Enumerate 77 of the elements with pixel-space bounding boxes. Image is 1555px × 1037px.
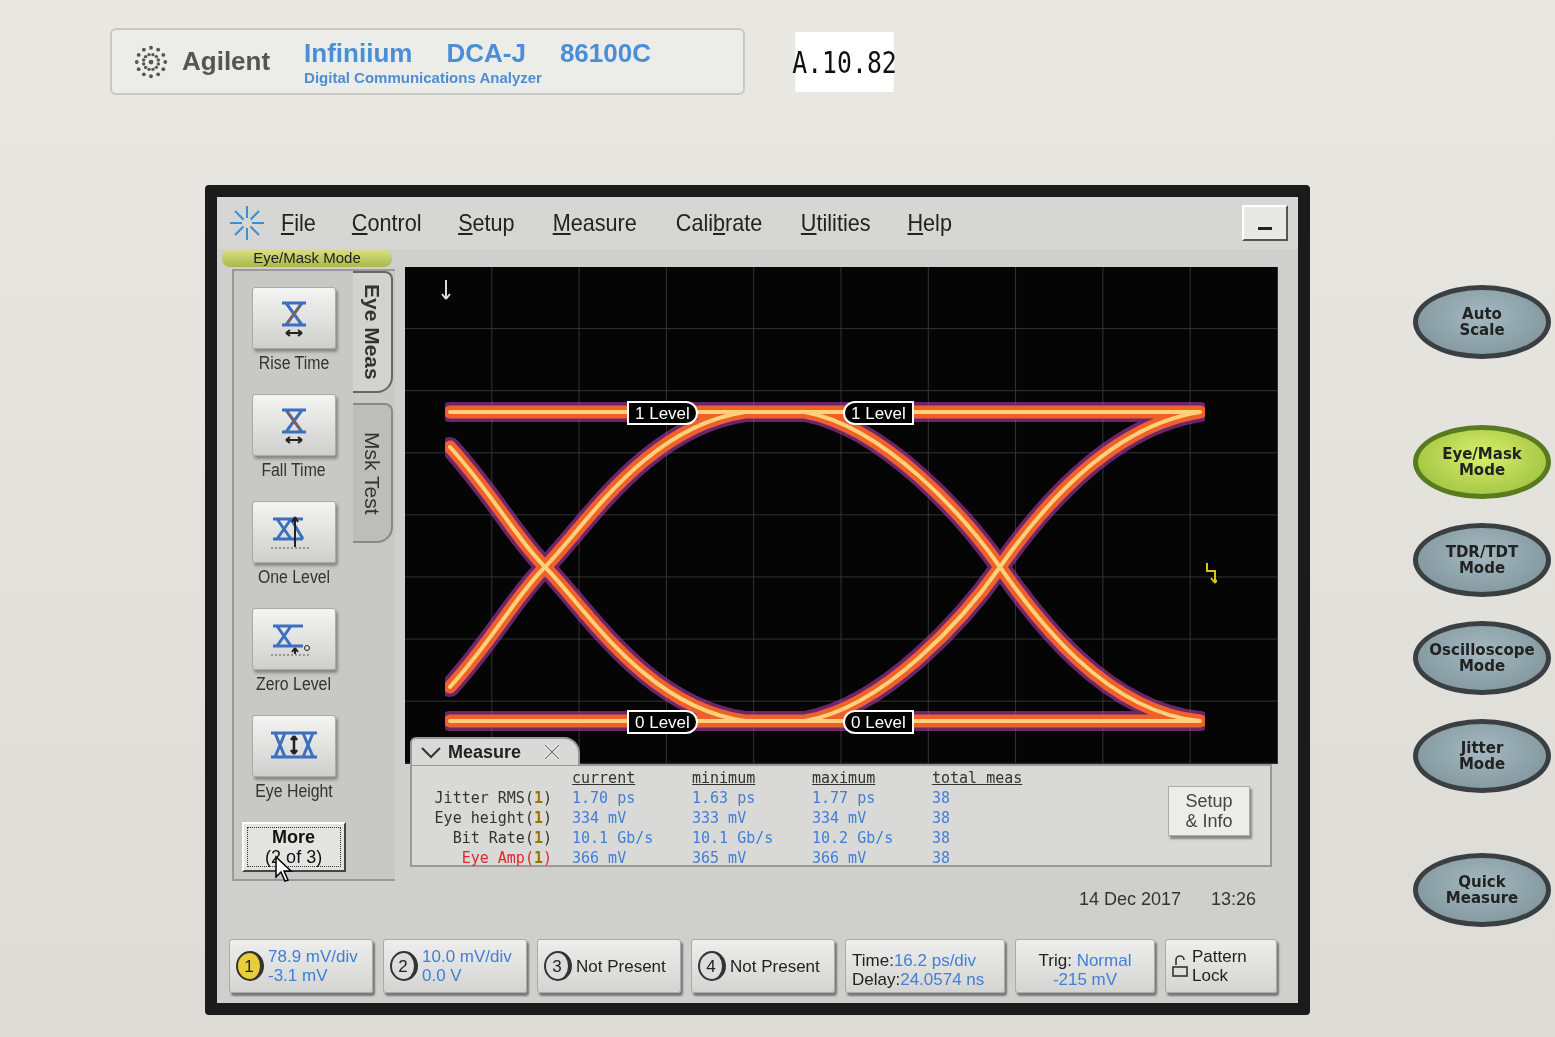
table-cell-text: 38 xyxy=(932,828,952,848)
table-cell-text: 38 xyxy=(932,788,952,808)
measure-tab[interactable]: Measure xyxy=(410,737,580,765)
front-panel-button[interactable]: Jitter Mode xyxy=(1413,719,1551,793)
table-cell-text: 1.63 ps xyxy=(692,788,757,808)
level-marker: 1 Level xyxy=(843,401,914,425)
measurement-name: Eye height(1) xyxy=(433,808,552,828)
channel-button[interactable]: 4 Not Present xyxy=(691,939,835,993)
setup-info-button[interactable]: Setup & Info xyxy=(1168,786,1250,836)
table-cell-text: 1.70 ps xyxy=(572,788,637,808)
front-panel-button[interactable]: Oscilloscope Mode xyxy=(1413,621,1551,695)
measurement-label: Rise Time xyxy=(258,353,329,374)
measurement-button[interactable] xyxy=(251,715,336,777)
front-panel-button[interactable]: TDR/TDT Mode xyxy=(1413,523,1551,597)
menu-item[interactable]: Setup xyxy=(458,209,515,237)
measurement-label: Fall Time xyxy=(261,460,326,481)
close-icon[interactable] xyxy=(543,743,562,761)
menu-item[interactable]: File xyxy=(280,209,316,237)
column-header: minimum xyxy=(692,768,757,788)
menu-item[interactable]: Control xyxy=(351,209,422,237)
level-marker: 0 Level xyxy=(843,710,914,734)
mode-badge: Eye/Mask Mode xyxy=(222,249,392,267)
measurement-name: Eye Amp(1) xyxy=(460,848,552,868)
column-header: current xyxy=(572,768,637,788)
level-marker: 0 Level xyxy=(627,710,698,734)
measurement-button[interactable] xyxy=(251,608,336,670)
minimize-button[interactable] xyxy=(1242,205,1288,241)
table-cell-text: 38 xyxy=(932,848,952,868)
table-cell-text: 366 mV xyxy=(812,848,868,868)
measurement-name: Bit Rate(1) xyxy=(451,828,552,848)
level-marker: 1 Level xyxy=(627,401,698,425)
channel-button[interactable]: 3 Not Present xyxy=(537,939,681,993)
table-cell-text: 1.77 ps xyxy=(812,788,877,808)
menu-item[interactable]: Utilities xyxy=(801,209,871,237)
product-subtitle: Digital Communications Analyzer xyxy=(304,68,543,86)
minimize-icon xyxy=(1258,227,1272,231)
menu-item[interactable]: Calibrate xyxy=(676,209,763,237)
table-cell-text: 10.2 Gb/s xyxy=(812,828,895,848)
measurement-button[interactable] xyxy=(251,501,336,563)
front-panel-button[interactable]: Auto Scale xyxy=(1413,285,1551,359)
pattern-lock-button[interactable]: Pattern Lock xyxy=(1165,939,1277,993)
column-header: total meas xyxy=(932,768,1024,788)
brand-name: Agilent xyxy=(182,46,271,77)
time-label: 13:26 xyxy=(1210,889,1256,910)
trigger-button[interactable]: Trig: Normal -215 mV xyxy=(1015,939,1155,993)
timebase-button[interactable]: Time:16.2 ps/div Delay:24.0574 ns xyxy=(845,939,1005,993)
measurement-button[interactable] xyxy=(251,287,336,349)
product-line: Infiniium xyxy=(304,37,413,69)
table-cell-text: 10.1 Gb/s xyxy=(572,828,655,848)
table-cell-text: 10.1 Gb/s xyxy=(692,828,775,848)
table-cell-text: 334 mV xyxy=(812,808,868,828)
padlock-icon xyxy=(1172,955,1188,977)
date-label: 14 Dec 2017 xyxy=(1078,889,1181,910)
down-arrow-icon xyxy=(440,279,452,301)
table-cell-text: 365 mV xyxy=(692,848,748,868)
measure-title: Measure xyxy=(448,741,522,763)
menu-item[interactable]: Help xyxy=(907,209,952,237)
table-cell-text: 366 mV xyxy=(572,848,628,868)
front-panel-button[interactable]: Quick Measure xyxy=(1413,853,1551,927)
menu-item[interactable]: Measure xyxy=(552,209,637,237)
measurement-label: Zero Level xyxy=(256,674,332,695)
measurement-label: Eye Height xyxy=(254,781,333,802)
side-tab[interactable]: Eye Meas xyxy=(353,271,394,393)
table-cell-text: 334 mV xyxy=(572,808,628,828)
front-panel-button[interactable]: Eye/Mask Mode xyxy=(1413,425,1551,499)
collapse-chevron-icon xyxy=(420,745,442,759)
measurement-label: One Level xyxy=(257,567,330,588)
trigger-marker-icon xyxy=(1205,562,1217,584)
model-name: DCA-J xyxy=(446,37,526,69)
model-number: 86100C xyxy=(559,37,651,69)
column-header: maximum xyxy=(812,768,877,788)
table-cell-text: 333 mV xyxy=(692,808,748,828)
side-tab[interactable]: Msk Test xyxy=(353,403,394,543)
measurement-name: Jitter RMS(1) xyxy=(433,788,552,808)
table-cell-text: 38 xyxy=(932,808,952,828)
spark-logo-icon xyxy=(227,203,267,243)
measurement-button[interactable] xyxy=(251,394,336,456)
